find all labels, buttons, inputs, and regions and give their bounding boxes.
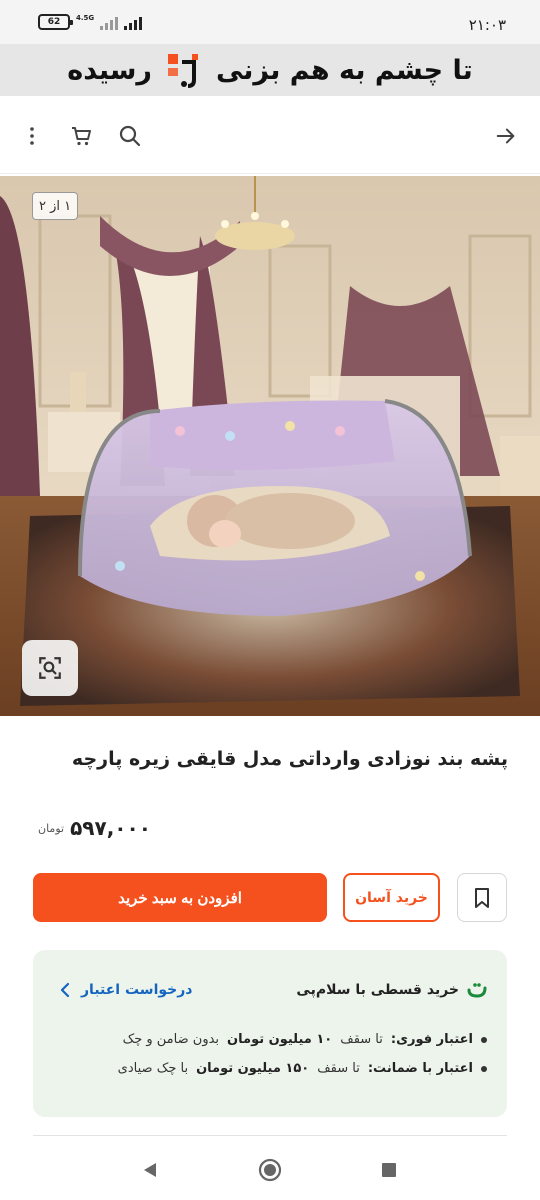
nav-back-button[interactable]	[134, 1154, 166, 1186]
chevron-left-icon	[60, 982, 70, 998]
promo-banner[interactable]: تا چشم به هم بزنی رسیده	[0, 44, 540, 96]
credit-pre: تا سقف	[317, 1061, 360, 1076]
add-to-cart-button[interactable]: افزودن به سبد خرید	[33, 873, 327, 922]
status-indicators: 62 4.5G	[38, 13, 143, 30]
credit-condition: بدون ضامن و چک	[122, 1032, 220, 1047]
back-button[interactable]	[488, 118, 524, 154]
credit-amount: ۱۵۰ میلیون تومان	[196, 1061, 310, 1076]
status-time: ۲۱:۰۳	[468, 16, 506, 34]
product-toolbar	[0, 96, 540, 174]
more-vertical-icon	[30, 127, 34, 145]
banner-text-end: رسیده	[67, 54, 152, 86]
image-search-icon	[39, 657, 61, 679]
bookmark-button[interactable]	[457, 873, 507, 922]
triangle-back-icon	[144, 1163, 156, 1177]
request-credit-label: درخواست اعتبار	[81, 982, 193, 998]
credit-pre: تا سقف	[340, 1032, 383, 1047]
product-gallery[interactable]: ۱ از ۲	[0, 176, 540, 716]
credit-amount: ۱۰ میلیون تومان	[227, 1032, 333, 1047]
zoom-image-button[interactable]	[22, 640, 78, 696]
list-item: اعتبار فوری: تا سقف ۱۰ میلیون تومان بدون…	[47, 1032, 487, 1047]
easy-buy-button[interactable]: خرید آسان	[343, 873, 440, 922]
installment-card: خرید قسطی با سلام‌پی درخواست اعتبار اعتب…	[33, 950, 507, 1117]
search-icon	[119, 125, 141, 147]
digikala-jet-logo-icon	[164, 50, 204, 90]
battery-level: 62	[47, 17, 61, 27]
divider	[33, 1135, 507, 1136]
signal-icon	[100, 15, 119, 30]
currency-label: تومان	[38, 821, 65, 835]
price-row: ۵۹۷,۰۰۰ تومان	[38, 816, 151, 840]
bookmark-icon	[475, 887, 489, 908]
product-title: پشه بند نوزادی وارداتی مدل قایقی زیره پا…	[71, 748, 508, 770]
circle-home-icon	[258, 1158, 282, 1182]
product-price: ۵۹۷,۰۰۰	[70, 816, 151, 840]
signal-icon-2	[124, 15, 143, 30]
cart-button[interactable]	[64, 118, 100, 154]
installment-title: خرید قسطی با سلام‌پی	[296, 982, 459, 998]
network-type: 4.5G	[76, 13, 95, 22]
credit-options-list: اعتبار فوری: تا سقف ۱۰ میلیون تومان بدون…	[47, 1032, 487, 1090]
installment-header: خرید قسطی با سلام‌پی	[296, 982, 487, 998]
bullet-icon	[481, 1065, 487, 1072]
request-credit-link[interactable]: درخواست اعتبار	[59, 982, 192, 998]
gallery-counter: ۱ از ۲	[32, 192, 79, 220]
credit-label: اعتبار فوری:	[390, 1032, 473, 1047]
arrow-right-icon	[496, 128, 515, 144]
status-bar: 62 4.5G ۲۱:۰۳	[0, 0, 540, 44]
nav-home-button[interactable]	[254, 1154, 286, 1186]
credit-label: اعتبار با ضمانت:	[367, 1061, 473, 1076]
search-button[interactable]	[112, 118, 148, 154]
battery-icon: 62	[38, 14, 73, 30]
banner-text-start: تا چشم به هم بزنی	[215, 54, 473, 86]
more-button[interactable]	[14, 118, 50, 154]
cart-icon	[72, 127, 91, 146]
nav-recents-button[interactable]	[373, 1154, 405, 1186]
salampay-logo-icon	[467, 983, 487, 998]
square-recents-icon	[382, 1163, 396, 1177]
credit-condition: با چک صیادی	[117, 1061, 189, 1076]
product-image	[0, 176, 540, 716]
bullet-icon	[481, 1036, 487, 1043]
list-item: اعتبار با ضمانت: تا سقف ۱۵۰ میلیون تومان…	[47, 1061, 487, 1076]
system-nav-bar	[0, 1140, 540, 1200]
